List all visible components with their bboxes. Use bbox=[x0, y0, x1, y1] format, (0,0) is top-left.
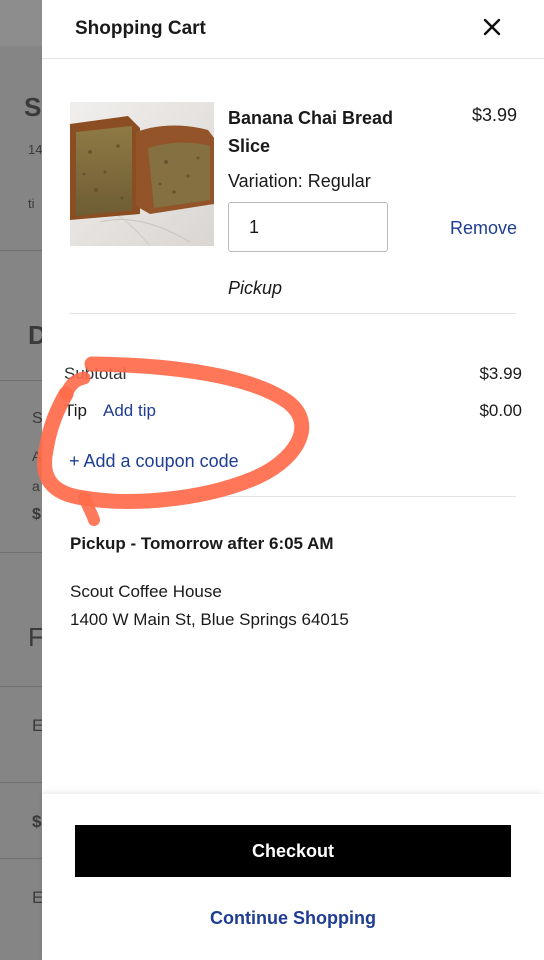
product-price: $3.99 bbox=[471, 105, 517, 125]
add-coupon-code-link[interactable]: + Add a coupon code bbox=[69, 451, 239, 472]
background-text: S bbox=[24, 92, 42, 122]
background-text: A bbox=[32, 448, 42, 464]
tip-label: Tip bbox=[64, 401, 87, 420]
add-tip-link[interactable]: Add tip bbox=[103, 401, 156, 421]
page: S 14 ti D S A a $ F E $ E Shopping Cart bbox=[0, 0, 544, 960]
background-text: a bbox=[32, 478, 40, 494]
shopping-cart-panel: Shopping Cart Banana Chai Bread Slice $3… bbox=[42, 0, 544, 960]
cart-footer: Checkout Continue Shopping bbox=[42, 794, 544, 960]
pickup-time-heading: Pickup - Tomorrow after 6:05 AM bbox=[70, 534, 334, 553]
subtotal-value: $3.99 bbox=[479, 364, 522, 383]
subtotal-label: Subtotal bbox=[64, 364, 127, 383]
background-text: 14 bbox=[28, 142, 43, 157]
fulfillment-method: Pickup bbox=[228, 278, 283, 298]
divider bbox=[70, 496, 516, 497]
tip-value: $0.00 bbox=[479, 401, 522, 420]
remove-item-button[interactable]: Remove bbox=[450, 218, 517, 239]
divider bbox=[70, 313, 516, 314]
checkout-button[interactable]: Checkout bbox=[75, 825, 511, 877]
close-icon[interactable] bbox=[480, 15, 504, 39]
background-text: ti bbox=[28, 196, 35, 211]
product-image bbox=[70, 102, 214, 246]
product-variation: Variation: Regular bbox=[228, 171, 371, 191]
background-text: $ bbox=[32, 812, 42, 831]
store-name: Scout Coffee House bbox=[70, 582, 222, 601]
background-text: $ bbox=[32, 506, 41, 523]
cart-header: Shopping Cart bbox=[42, 0, 544, 59]
product-name[interactable]: Banana Chai Bread Slice bbox=[228, 104, 428, 160]
quantity-input[interactable] bbox=[228, 202, 388, 252]
cart-title: Shopping Cart bbox=[75, 18, 206, 39]
store-address: 1400 W Main St, Blue Springs 64015 bbox=[70, 610, 349, 629]
continue-shopping-link[interactable]: Continue Shopping bbox=[42, 908, 544, 929]
